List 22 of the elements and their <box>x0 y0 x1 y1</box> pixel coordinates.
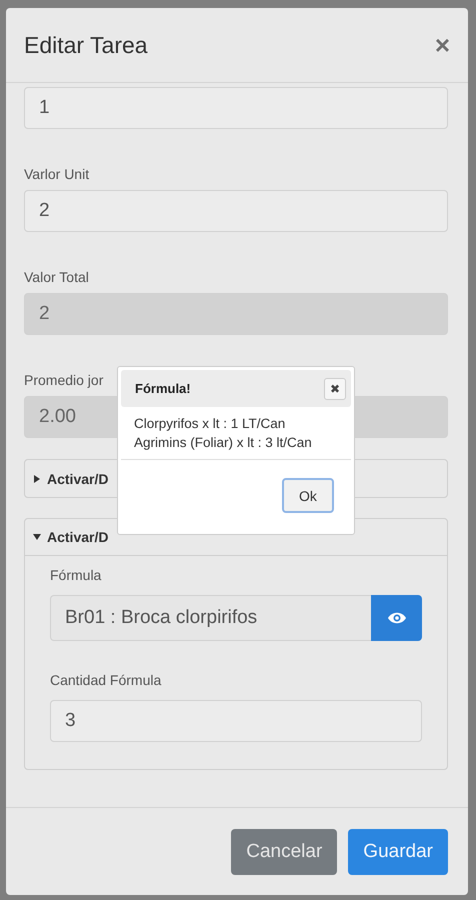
dialog-text: Clorpyrifos x lt : 1 LT/Can <box>134 416 286 431</box>
field-label: Promedio jor <box>24 372 104 388</box>
close-button[interactable]: ✖ <box>324 378 346 400</box>
save-button[interactable]: Guardar <box>348 828 448 874</box>
modal-title: Editar Tarea <box>24 32 148 58</box>
field-label: Valor Total <box>24 269 90 285</box>
field-label: Cantidad Fórmula <box>50 672 162 688</box>
input-field[interactable]: 2 <box>24 190 448 232</box>
cancel-button[interactable]: Cancelar <box>231 828 338 874</box>
dialog-title: Fórmula! <box>135 381 191 396</box>
select-field[interactable]: Br01 : Broca clorpirifos <box>50 595 371 641</box>
view-button[interactable] <box>371 595 422 641</box>
ok-button[interactable]: Ok <box>282 478 334 513</box>
close-button[interactable]: × <box>434 32 450 58</box>
eye-icon <box>386 611 406 625</box>
panel-toggle[interactable]: Activar/D <box>47 529 108 545</box>
field-label: Fórmula <box>50 567 102 583</box>
field-label: Varlor Unit <box>24 166 90 182</box>
panel-toggle[interactable]: Activar/D <box>47 470 108 486</box>
input-field[interactable]: 1 <box>24 87 448 129</box>
input-field[interactable]: 3 <box>50 700 422 742</box>
dialog-text: Agrimins (Foliar) x lt : 3 lt/Can <box>134 435 313 450</box>
